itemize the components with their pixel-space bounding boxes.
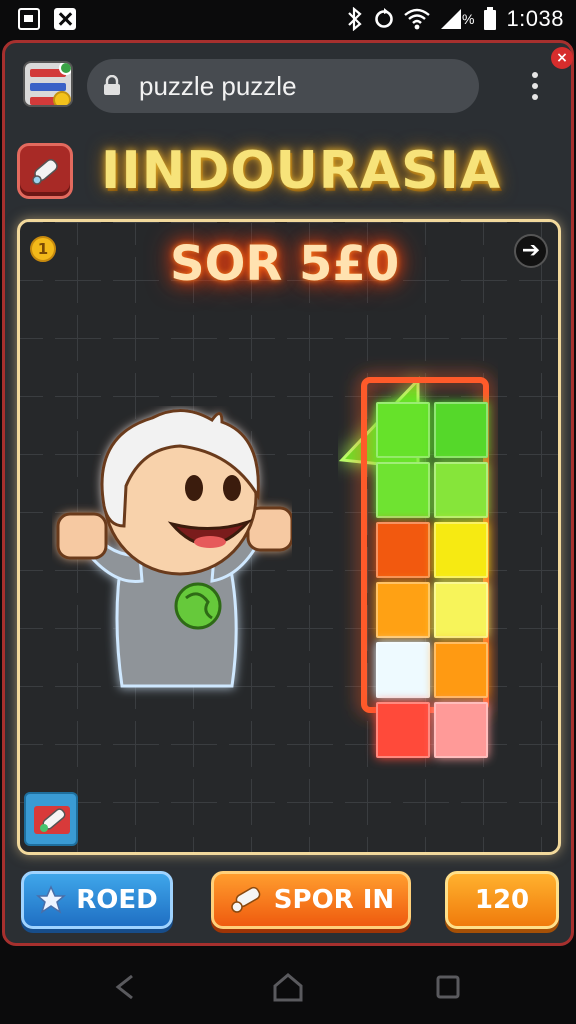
tv-icon	[18, 8, 40, 30]
puzzle-board[interactable]: 1 ➔ SOR 5£0	[17, 219, 561, 855]
recents-icon[interactable]	[434, 972, 462, 1002]
status-left-icons	[18, 8, 76, 30]
puzzle-cell[interactable]	[434, 582, 488, 638]
whistle-icon	[231, 886, 261, 913]
next-arrow-icon[interactable]: ➔	[514, 234, 548, 268]
close-box-icon	[54, 8, 76, 30]
puzzle-cell[interactable]	[434, 522, 488, 578]
count-label: 120	[474, 885, 530, 915]
puzzle-cell[interactable]	[376, 402, 430, 458]
address-bar: puzzle puzzle	[19, 55, 559, 117]
count-button[interactable]: 120	[445, 871, 559, 929]
roed-button[interactable]: ROED	[21, 871, 173, 929]
wifi-icon	[404, 8, 430, 30]
bluetooth-icon	[348, 7, 362, 31]
back-icon[interactable]	[112, 972, 138, 1002]
puzzle-cell[interactable]	[376, 702, 430, 758]
status-bar: % 1:038	[0, 0, 576, 38]
screen: % 1:038 puzzle puzzle × IINDOURASIA 1 ➔ …	[0, 0, 576, 1024]
whistle-tool-button[interactable]	[17, 143, 73, 199]
roed-label: ROED	[76, 885, 158, 915]
coin-badge: 1	[30, 236, 56, 262]
clock: 1:038	[506, 6, 564, 31]
puzzle-cell[interactable]	[376, 642, 430, 698]
url-text: puzzle puzzle	[139, 71, 297, 101]
spor-in-label: SPOR IN	[273, 885, 395, 915]
home-icon[interactable]	[272, 972, 304, 1002]
close-icon[interactable]: ×	[551, 47, 573, 69]
browser-window: puzzle puzzle × IINDOURASIA 1 ➔ SOR 5£0 …	[2, 40, 574, 946]
puzzle-cell[interactable]	[434, 462, 488, 518]
score-label: SOR 5£0	[170, 236, 400, 292]
battery-percent-label: %	[461, 11, 475, 27]
puzzle-cell[interactable]	[434, 702, 488, 758]
whistle-icon	[32, 158, 58, 185]
star-icon	[36, 885, 67, 914]
spor-in-button[interactable]: SPOR IN	[211, 871, 411, 929]
puzzle-cell[interactable]	[376, 522, 430, 578]
sync-icon	[375, 8, 393, 28]
eraser-icon	[34, 806, 70, 834]
lock-icon	[104, 75, 120, 95]
tab-switcher-icon[interactable]	[23, 61, 73, 107]
eraser-tool-button[interactable]	[24, 792, 78, 846]
puzzle-cell[interactable]	[376, 462, 430, 518]
status-right-icons: % 1:038	[346, 6, 564, 32]
hero-character	[56, 408, 292, 688]
signal-icon	[440, 9, 461, 29]
puzzle-cell[interactable]	[434, 402, 488, 458]
battery-icon	[484, 7, 497, 30]
puzzle-cell[interactable]	[434, 642, 488, 698]
overflow-menu-icon[interactable]	[527, 69, 543, 103]
system-navigation-bar	[0, 950, 576, 1024]
url-field[interactable]: puzzle puzzle	[87, 59, 479, 113]
puzzle-cell[interactable]	[376, 582, 430, 638]
game-title: IINDOURASIA	[101, 141, 502, 201]
